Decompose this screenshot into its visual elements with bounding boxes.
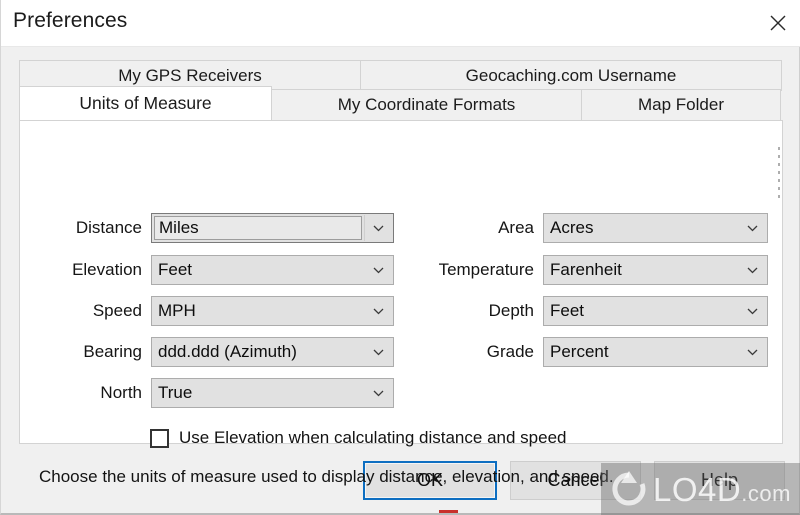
- tab-label: Map Folder: [638, 95, 724, 114]
- combobox-elevation[interactable]: Feet: [151, 255, 394, 285]
- preferences-dialog: Preferences My GPS Receivers Geocaching.…: [0, 0, 800, 515]
- label-area: Area: [498, 218, 534, 237]
- combobox-speed[interactable]: MPH: [151, 296, 394, 326]
- tab-panel-units-of-measure: Distance Miles Elevation Feet Speed MPH …: [19, 120, 783, 486]
- field-row-elevation: Elevation Feet: [59, 255, 394, 285]
- label-grade: Grade: [486, 342, 534, 361]
- field-row-north: North True: [59, 378, 394, 408]
- label-depth: Depth: [488, 301, 534, 320]
- tab-control: My GPS Receivers Geocaching.com Username…: [19, 60, 783, 486]
- tab-geocaching-username[interactable]: Geocaching.com Username: [360, 60, 782, 91]
- page-title: Preferences: [13, 9, 128, 32]
- chevron-down-icon: [372, 387, 385, 400]
- combobox-depth[interactable]: Feet: [543, 296, 768, 326]
- chevron-down-icon: [746, 222, 759, 235]
- combobox-temperature[interactable]: Farenheit: [543, 255, 768, 285]
- tab-label: My GPS Receivers: [118, 66, 262, 85]
- chevron-down-icon: [372, 264, 385, 277]
- help-button-label: Help: [700, 470, 739, 490]
- checkbox-box[interactable]: [150, 428, 169, 448]
- chevron-down-icon: [372, 222, 385, 235]
- label-bearing: Bearing: [83, 342, 142, 361]
- combobox-value: MPH: [158, 301, 196, 320]
- combobox-value: ddd.ddd (Azimuth): [158, 342, 297, 361]
- combobox-value: Feet: [550, 301, 585, 320]
- tab-row-bottom: Units of Measure My Coordinate Formats M…: [19, 86, 783, 120]
- help-button[interactable]: Help: [654, 461, 785, 500]
- combobox-distance[interactable]: Miles: [151, 213, 394, 243]
- chevron-down-icon: [372, 305, 385, 318]
- combobox-value: Miles: [159, 218, 199, 237]
- tab-my-coordinate-formats[interactable]: My Coordinate Formats: [271, 89, 582, 120]
- tab-label: Geocaching.com Username: [465, 66, 677, 85]
- field-row-grade: Grade Percent: [418, 337, 768, 367]
- combobox-grade[interactable]: Percent: [543, 337, 768, 367]
- label-elevation: Elevation: [72, 260, 142, 279]
- description-text: Choose the units of measure used to disp…: [39, 467, 614, 486]
- field-row-depth: Depth Feet: [418, 296, 768, 326]
- combobox-value: Farenheit: [550, 260, 622, 279]
- label-temperature: Temperature: [438, 260, 534, 279]
- chevron-down-icon: [746, 346, 759, 359]
- combobox-value: Percent: [550, 342, 609, 361]
- label-distance: Distance: [75, 218, 142, 237]
- chevron-down-icon: [372, 346, 385, 359]
- combobox-value: True: [158, 383, 193, 402]
- bottom-red-marker: [439, 510, 458, 513]
- tab-units-of-measure[interactable]: Units of Measure: [19, 86, 272, 120]
- label-north: North: [100, 383, 142, 402]
- field-row-bearing: Bearing ddd.ddd (Azimuth): [59, 337, 394, 367]
- chevron-down-icon: [746, 264, 759, 277]
- field-row-area: Area Acres: [418, 213, 768, 243]
- tab-map-folder[interactable]: Map Folder: [581, 89, 781, 120]
- label-speed: Speed: [92, 301, 142, 320]
- tab-label: My Coordinate Formats: [337, 95, 516, 114]
- field-row-speed: Speed MPH: [59, 296, 394, 326]
- checkbox-use-elevation[interactable]: Use Elevation when calculating distance …: [150, 428, 566, 448]
- combobox-bearing[interactable]: ddd.ddd (Azimuth): [151, 337, 394, 367]
- chevron-down-icon: [746, 305, 759, 318]
- tab-label: Units of Measure: [79, 93, 212, 113]
- combobox-value: Feet: [158, 260, 193, 279]
- title-bar: Preferences: [1, 0, 800, 47]
- combobox-distance-textarea[interactable]: Miles: [154, 216, 362, 240]
- combobox-north[interactable]: True: [151, 378, 394, 408]
- combobox-area[interactable]: Acres: [543, 213, 768, 243]
- checkbox-label: Use Elevation when calculating distance …: [179, 428, 567, 447]
- combobox-value: Acres: [550, 218, 594, 237]
- close-icon[interactable]: [755, 0, 800, 45]
- combobox-divider: [364, 215, 365, 241]
- panel-edge-artifact: [778, 147, 780, 203]
- field-row-distance: Distance Miles: [59, 213, 394, 243]
- field-row-temperature: Temperature Farenheit: [418, 255, 768, 285]
